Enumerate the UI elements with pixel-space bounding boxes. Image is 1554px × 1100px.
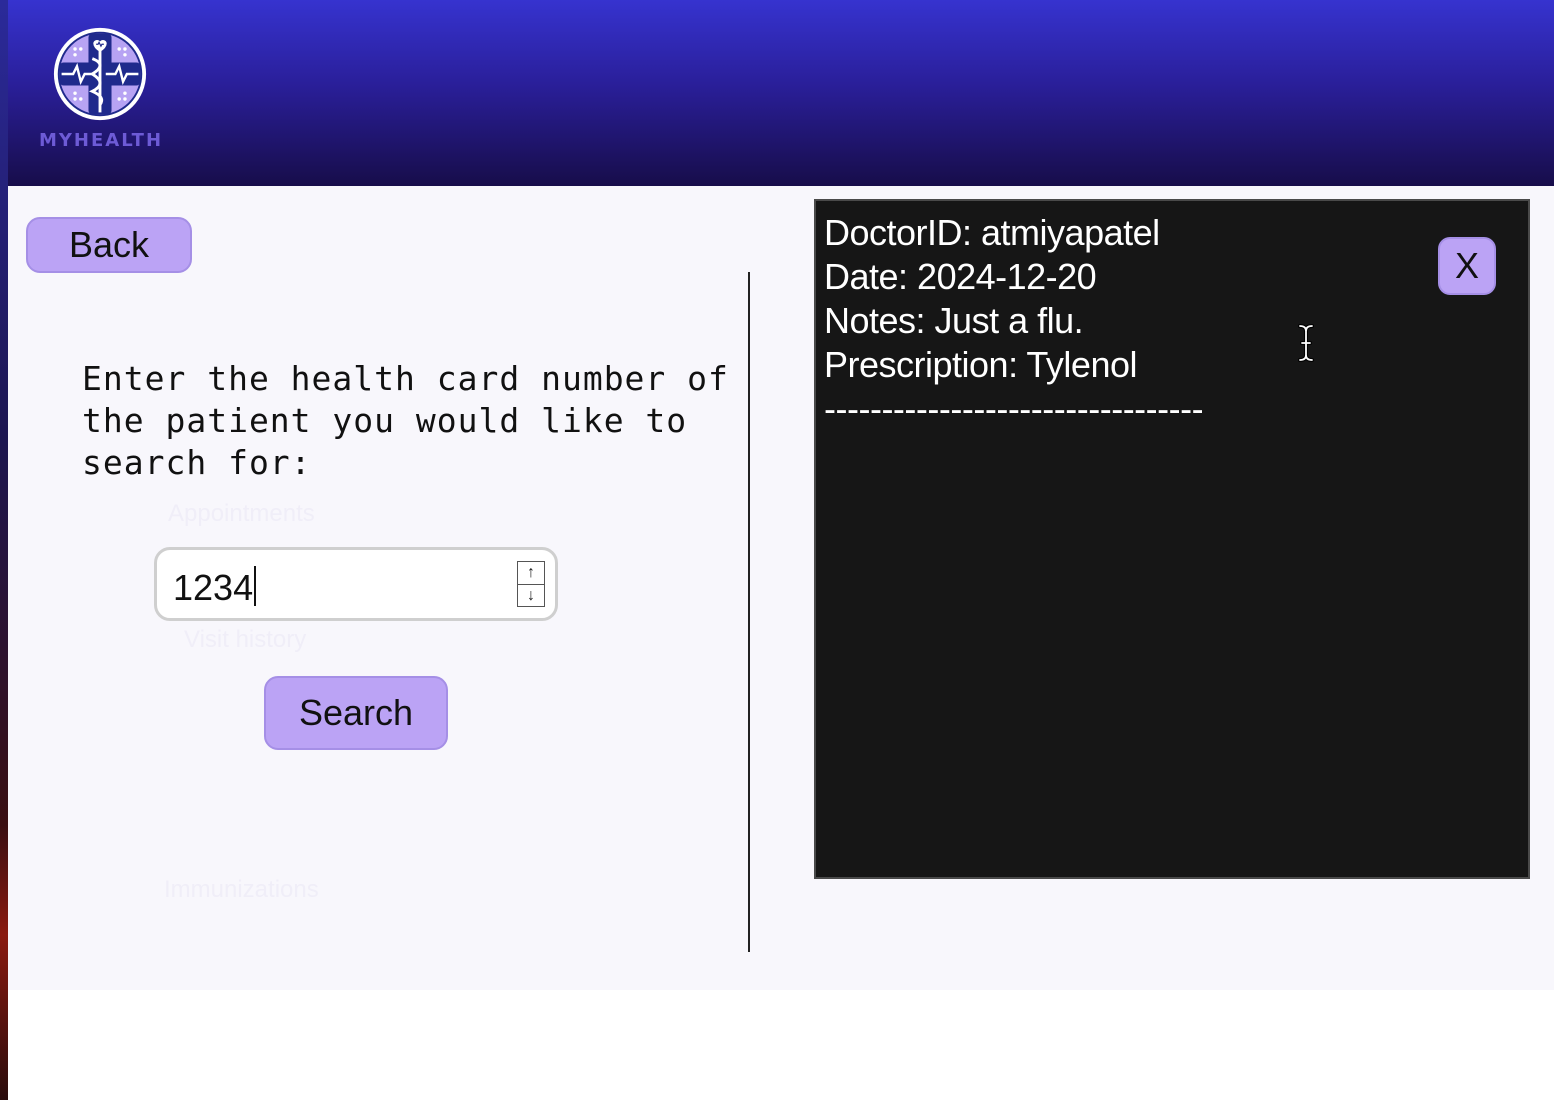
search-button[interactable]: Search xyxy=(264,676,448,750)
search-prompt: Enter the health card number of the pati… xyxy=(82,359,750,482)
record-panel[interactable]: DoctorID: atmiyapatel Date: 2024-12-20 N… xyxy=(814,199,1530,879)
health-card-value: 1234 xyxy=(173,567,254,608)
menu-item-visit-history: Visit history xyxy=(184,626,307,653)
record-notes: Notes: Just a flu. xyxy=(824,300,1084,341)
back-button[interactable]: Back xyxy=(26,217,192,273)
close-button[interactable]: X xyxy=(1438,237,1496,295)
arrow-down-icon[interactable]: ↓ xyxy=(518,585,544,607)
medical-caduceus-icon xyxy=(53,27,147,121)
arrow-up-icon[interactable]: ↑ xyxy=(518,562,544,585)
footer-area xyxy=(8,990,1554,1100)
record-prescription: Prescription: Tylenol xyxy=(824,344,1138,385)
main-content: Back Enter the health card number of the… xyxy=(8,186,1554,990)
text-caret xyxy=(254,566,257,606)
vertical-divider xyxy=(748,272,750,952)
logo-text: MYHEALTH xyxy=(38,130,164,151)
app-logo: MYHEALTH xyxy=(26,24,176,154)
text-cursor-icon xyxy=(1298,324,1314,362)
menu-item-immunizations: Immunizations xyxy=(164,876,319,903)
record-doctor: DoctorID: atmiyapatel xyxy=(824,212,1160,253)
health-card-input[interactable]: 1234 ↑ ↓ xyxy=(154,547,558,621)
number-stepper[interactable]: ↑ ↓ xyxy=(517,561,545,607)
menu-item-appointments: Appointments xyxy=(168,500,315,527)
record-separator: --------------------------------- xyxy=(824,388,1204,429)
record-date: Date: 2024-12-20 xyxy=(824,256,1097,297)
visit-record: DoctorID: atmiyapatel Date: 2024-12-20 N… xyxy=(824,211,1424,431)
background-edge xyxy=(0,0,8,1100)
app-header: MYHEALTH xyxy=(8,0,1554,186)
